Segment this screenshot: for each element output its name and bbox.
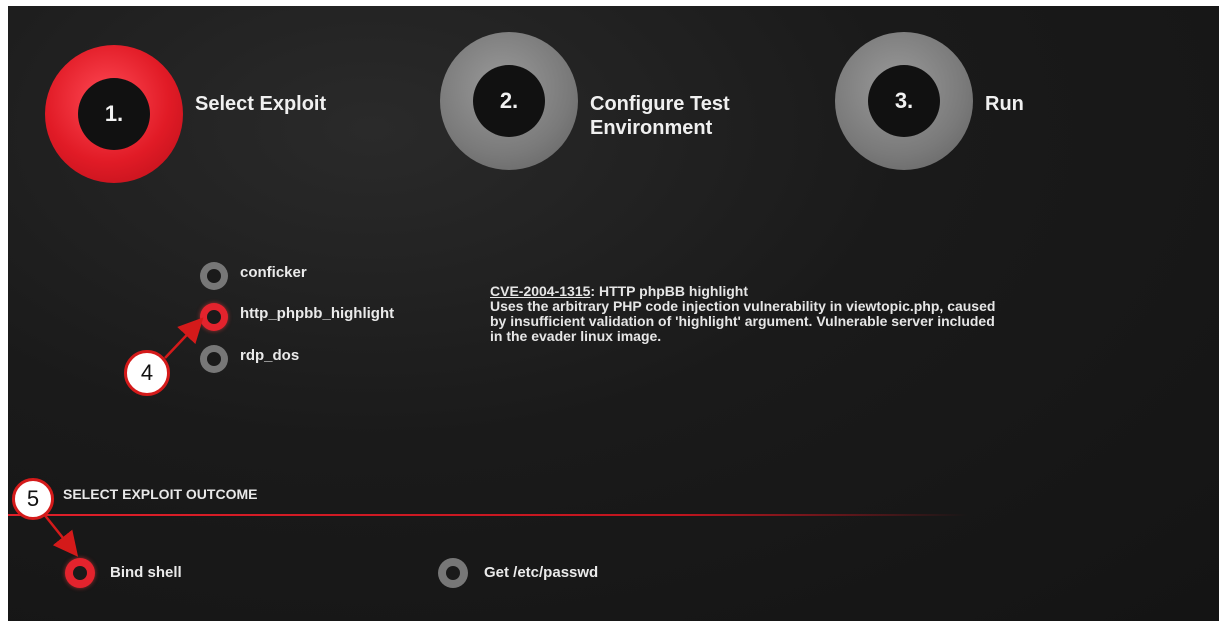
callout-badge-4: 4: [124, 350, 170, 396]
callout-5-arrow: [42, 512, 79, 557]
annotation-arrows: [42, 317, 204, 557]
callout-badge-5: 5: [12, 478, 54, 520]
callout-4-arrow: [164, 317, 204, 359]
